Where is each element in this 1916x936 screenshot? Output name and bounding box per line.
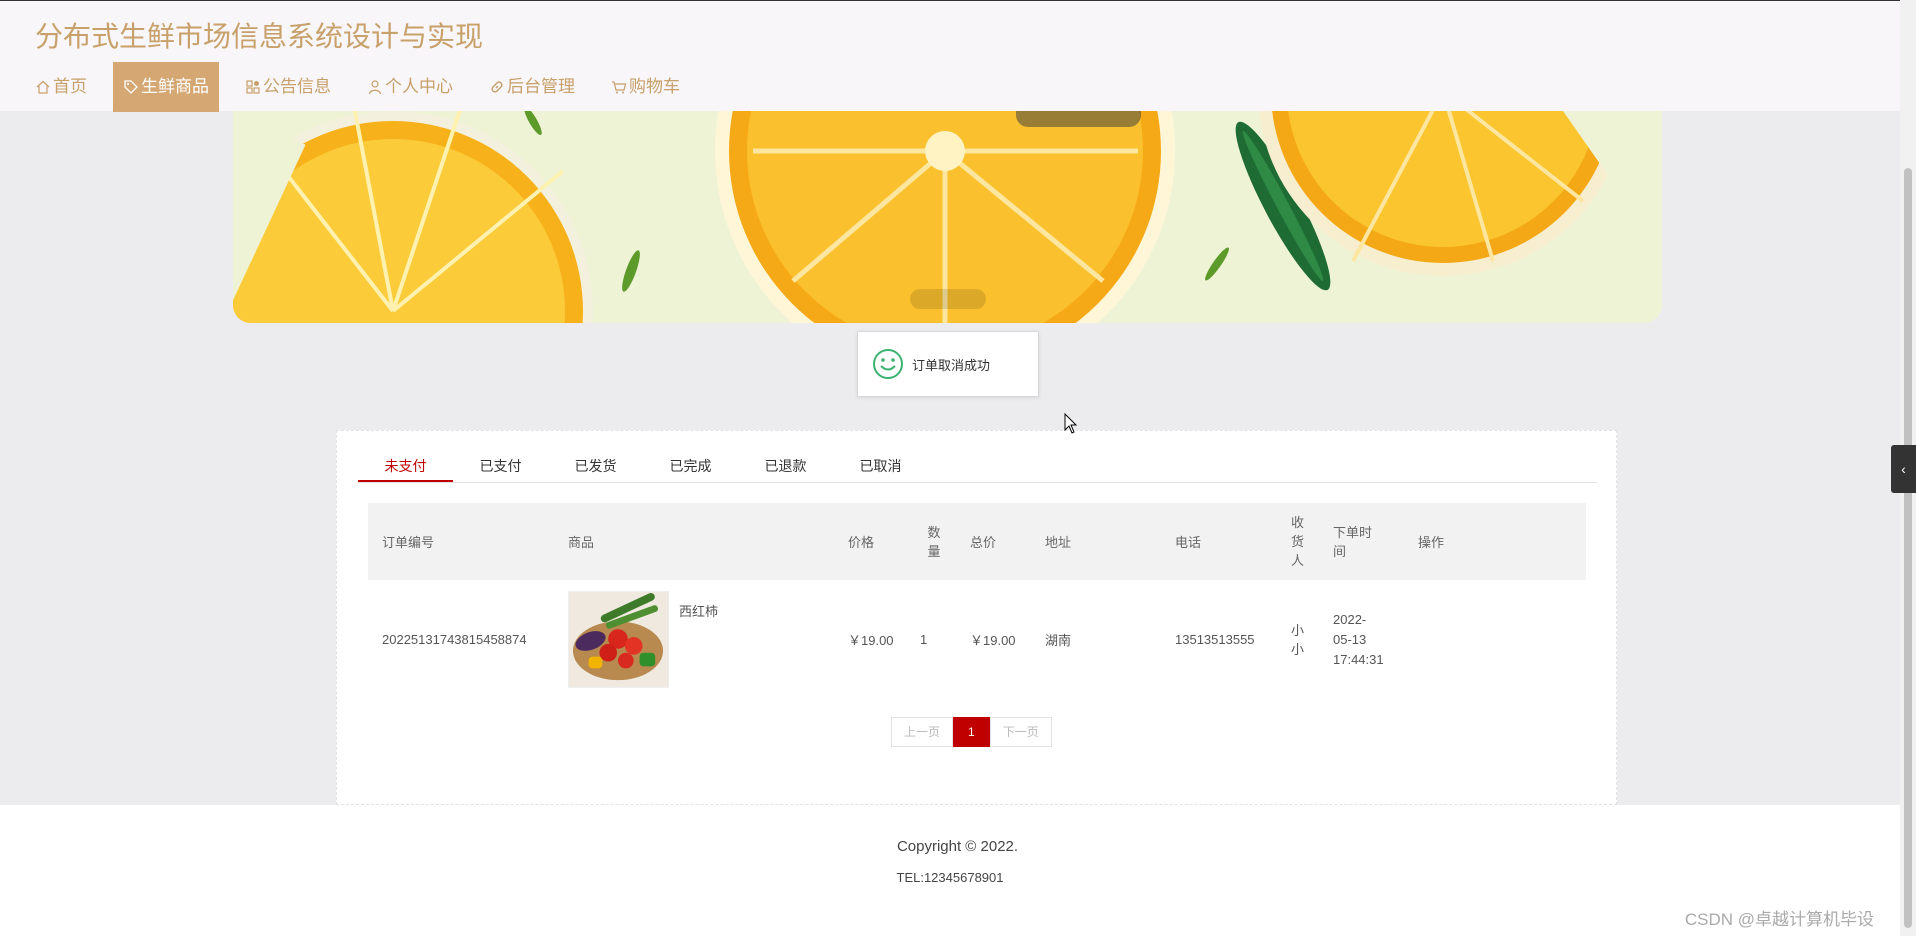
tab-shipped[interactable]: 已发货 xyxy=(548,453,643,482)
nav-item-fresh-goods[interactable]: 生鲜商品 xyxy=(113,62,219,112)
th-receiver-line: 货 xyxy=(1290,534,1304,549)
th-order-time-line: 下单时 xyxy=(1333,524,1373,540)
tab-completed[interactable]: 已完成 xyxy=(643,453,738,482)
nav-item-notice[interactable]: 公告信息 xyxy=(235,62,341,112)
table-row: 20225131743815458874 西红柿 ￥19.00 1 ￥19.00… xyxy=(368,580,1586,700)
th-action: 操作 xyxy=(1418,535,1445,550)
goods-name[interactable]: 西红柿 xyxy=(679,601,718,620)
copyright-text: Copyright © 2022. xyxy=(896,838,1019,855)
th-total: 总价 xyxy=(970,535,997,550)
prev-page-button[interactable]: 上一页 xyxy=(891,717,954,747)
tag-icon xyxy=(124,80,138,94)
watermark-text: CSDN @卓越计算机毕设 xyxy=(1684,910,1874,929)
carousel-indicator[interactable] xyxy=(910,289,986,309)
table-header: 订单编号 商品 价格 数 量 总价 地址 电话 收 货 人 下单时 间 操作 xyxy=(368,503,1586,580)
th-order-time-line: 间 xyxy=(1333,543,1347,559)
user-icon xyxy=(368,80,382,95)
smile-icon xyxy=(873,349,903,379)
site-title: 分布式生鲜市场信息系统设计与实现 xyxy=(35,20,484,53)
tab-unpaid[interactable]: 未支付 xyxy=(358,453,453,482)
cell-goods: 西红柿 xyxy=(554,591,834,688)
goods-thumbnail[interactable] xyxy=(568,591,669,688)
th-goods: 商品 xyxy=(568,535,595,550)
th-address: 地址 xyxy=(1045,535,1072,550)
nav-label: 公告信息 xyxy=(263,77,331,96)
nav-label: 生鲜商品 xyxy=(141,77,209,96)
tab-refunded[interactable]: 已退款 xyxy=(738,453,833,482)
mouse-cursor-icon xyxy=(1064,413,1078,434)
cell-phone: 13513513555 xyxy=(1175,632,1255,647)
nav-label: 首页 xyxy=(53,77,87,96)
nav-item-admin[interactable]: 后台管理 xyxy=(479,62,585,112)
orders-table: 订单编号 商品 价格 数 量 总价 地址 电话 收 货 人 下单时 间 操作 2… xyxy=(368,503,1586,700)
cell-receiver: 小 小 xyxy=(1276,621,1319,659)
cell-price: ￥19.00 xyxy=(848,633,894,648)
cell-quantity: 1 xyxy=(920,632,928,647)
th-phone: 电话 xyxy=(1175,535,1202,550)
th-receiver-line: 收 xyxy=(1290,515,1304,530)
scrollbar-thumb[interactable] xyxy=(1904,168,1912,928)
chevron-left-icon: ‹ xyxy=(1901,461,1906,477)
next-page-button[interactable]: 下一页 xyxy=(989,717,1052,747)
order-status-tabs: 未支付 已支付 已发货 已完成 已退款 已取消 xyxy=(358,453,1597,483)
cell-total: ￥19.00 xyxy=(970,633,1016,648)
th-order-no: 订单编号 xyxy=(382,535,435,550)
toast-message: 订单取消成功 xyxy=(857,331,1039,397)
th-quantity: 数 量 xyxy=(912,523,956,561)
nav-item-home[interactable]: 首页 xyxy=(25,62,97,112)
th-quantity-line: 数 xyxy=(927,524,941,540)
th-quantity-line: 量 xyxy=(927,543,941,559)
site-header: 分布式生鲜市场信息系统设计与实现 首页 生鲜商品 公告信息 个人中心 后台管理 … xyxy=(0,0,1900,112)
cell-order-time-line: 05-13 xyxy=(1333,631,1367,647)
orders-panel: 未支付 已支付 已发货 已完成 已退款 已取消 订单编号 商品 价格 数 量 总… xyxy=(336,430,1617,805)
th-receiver-line: 人 xyxy=(1290,553,1304,568)
tab-paid[interactable]: 已支付 xyxy=(453,453,548,482)
banner-caption-pill xyxy=(1016,111,1141,127)
th-price: 价格 xyxy=(848,535,875,550)
cell-order-no: 20225131743815458874 xyxy=(382,632,527,647)
th-order-time: 下单时 间 xyxy=(1319,523,1404,561)
nav-label: 后台管理 xyxy=(507,77,575,96)
cell-receiver-line: 小 xyxy=(1290,622,1304,638)
tab-cancelled[interactable]: 已取消 xyxy=(833,453,928,482)
cell-order-time-line: 17:44:31 xyxy=(1333,651,1384,667)
nav-label: 购物车 xyxy=(629,77,680,96)
cell-order-time: 2022- 05-13 17:44:31 xyxy=(1319,610,1404,670)
cell-receiver-line: 小 xyxy=(1290,641,1304,657)
nav-item-profile[interactable]: 个人中心 xyxy=(357,62,463,112)
banner-carousel[interactable] xyxy=(233,111,1662,323)
cell-address: 湖南 xyxy=(1045,633,1072,648)
link-icon xyxy=(491,81,503,93)
pagination: 上一页 1 下一页 xyxy=(891,717,1052,747)
toast-text: 订单取消成功 xyxy=(912,357,991,373)
page-1-button[interactable]: 1 xyxy=(953,717,990,747)
nav-item-cart[interactable]: 购物车 xyxy=(601,62,690,112)
site-footer: Copyright © 2022. TEL:12345678901 CSDN @… xyxy=(0,805,1900,936)
nav-label: 个人中心 xyxy=(385,77,453,96)
cart-icon xyxy=(612,81,627,94)
cell-order-time-line: 2022- xyxy=(1333,611,1367,627)
side-collapse-button[interactable]: ‹ xyxy=(1891,445,1916,493)
grid-icon xyxy=(246,80,260,94)
th-receiver: 收 货 人 xyxy=(1276,513,1319,570)
home-icon xyxy=(36,80,50,94)
tel-text: TEL:12345678901 xyxy=(896,870,1004,885)
main-nav: 首页 生鲜商品 公告信息 个人中心 后台管理 购物车 xyxy=(25,62,706,112)
